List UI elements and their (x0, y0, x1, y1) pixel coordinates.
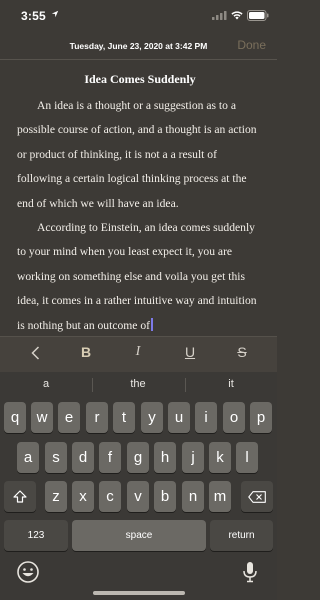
bold-button[interactable]: B (71, 344, 101, 360)
key-t[interactable]: t (113, 402, 135, 433)
numbers-key[interactable]: 123 (4, 520, 68, 551)
key-w[interactable]: w (31, 402, 53, 433)
status-bar: 3:55 (0, 0, 277, 30)
backspace-icon (248, 491, 266, 503)
format-toolbar: B I U S (0, 336, 277, 372)
emoji-icon[interactable] (16, 560, 40, 584)
key-e[interactable]: e (58, 402, 80, 433)
key-q[interactable]: q (4, 402, 26, 433)
key-r[interactable]: r (86, 402, 108, 433)
keyboard: a the it q w e r t y u i o p a s d f g h… (0, 372, 277, 600)
note-body[interactable]: An idea is a thought or a suggestion as … (17, 94, 263, 336)
suggestion[interactable]: a (0, 378, 92, 390)
key-d[interactable]: d (72, 442, 94, 473)
shift-icon (13, 490, 27, 503)
underline-button[interactable]: U (175, 344, 205, 360)
key-g[interactable]: g (127, 442, 149, 473)
key-m[interactable]: m (209, 481, 231, 512)
location-arrow-icon (51, 10, 59, 18)
return-key[interactable]: return (210, 520, 273, 551)
key-l[interactable]: l (236, 442, 258, 473)
suggestion[interactable]: the (92, 378, 184, 390)
back-chevron-button[interactable] (20, 344, 50, 363)
key-u[interactable]: u (168, 402, 190, 433)
status-time: 3:55 (21, 9, 46, 23)
note-paragraph[interactable]: An idea is a thought or a suggestion as … (17, 94, 263, 216)
key-x[interactable]: x (72, 481, 94, 512)
note-paragraph-text[interactable]: According to Einstein, an idea comes sud… (17, 221, 257, 332)
predictive-suggestions: a the it (0, 372, 277, 398)
home-indicator (93, 591, 185, 595)
text-cursor (151, 317, 153, 331)
key-k[interactable]: k (209, 442, 231, 473)
cellular-signal-icon (212, 11, 227, 20)
key-z[interactable]: z (45, 481, 67, 512)
italic-button[interactable]: I (123, 344, 153, 360)
note-paragraph[interactable]: According to Einstein, an idea comes sud… (17, 216, 263, 336)
note-header: Tuesday, June 23, 2020 at 3:42 PM Done (0, 30, 277, 60)
suggestion[interactable]: it (185, 378, 277, 390)
space-key[interactable]: space (72, 520, 206, 551)
key-n[interactable]: n (182, 481, 204, 512)
delete-key[interactable] (241, 481, 273, 512)
key-s[interactable]: s (45, 442, 67, 473)
microphone-icon[interactable] (240, 561, 260, 583)
key-i[interactable]: i (195, 402, 217, 433)
done-button[interactable]: Done (237, 38, 266, 52)
key-f[interactable]: f (99, 442, 121, 473)
key-j[interactable]: j (182, 442, 204, 473)
strikethrough-button[interactable]: S (227, 344, 257, 360)
key-c[interactable]: c (99, 481, 121, 512)
key-p[interactable]: p (250, 402, 272, 433)
key-h[interactable]: h (154, 442, 176, 473)
key-v[interactable]: v (127, 481, 149, 512)
battery-icon (247, 10, 269, 21)
shift-key[interactable] (4, 481, 36, 512)
wifi-icon (231, 11, 243, 20)
note-title[interactable]: Idea Comes Suddenly (17, 70, 263, 88)
note-editor[interactable]: Idea Comes Suddenly An idea is a thought… (17, 60, 263, 336)
key-y[interactable]: y (141, 402, 163, 433)
key-a[interactable]: a (17, 442, 39, 473)
key-o[interactable]: o (223, 402, 245, 433)
note-date: Tuesday, June 23, 2020 at 3:42 PM (69, 41, 208, 51)
key-b[interactable]: b (154, 481, 176, 512)
chevron-left-icon (30, 346, 39, 360)
